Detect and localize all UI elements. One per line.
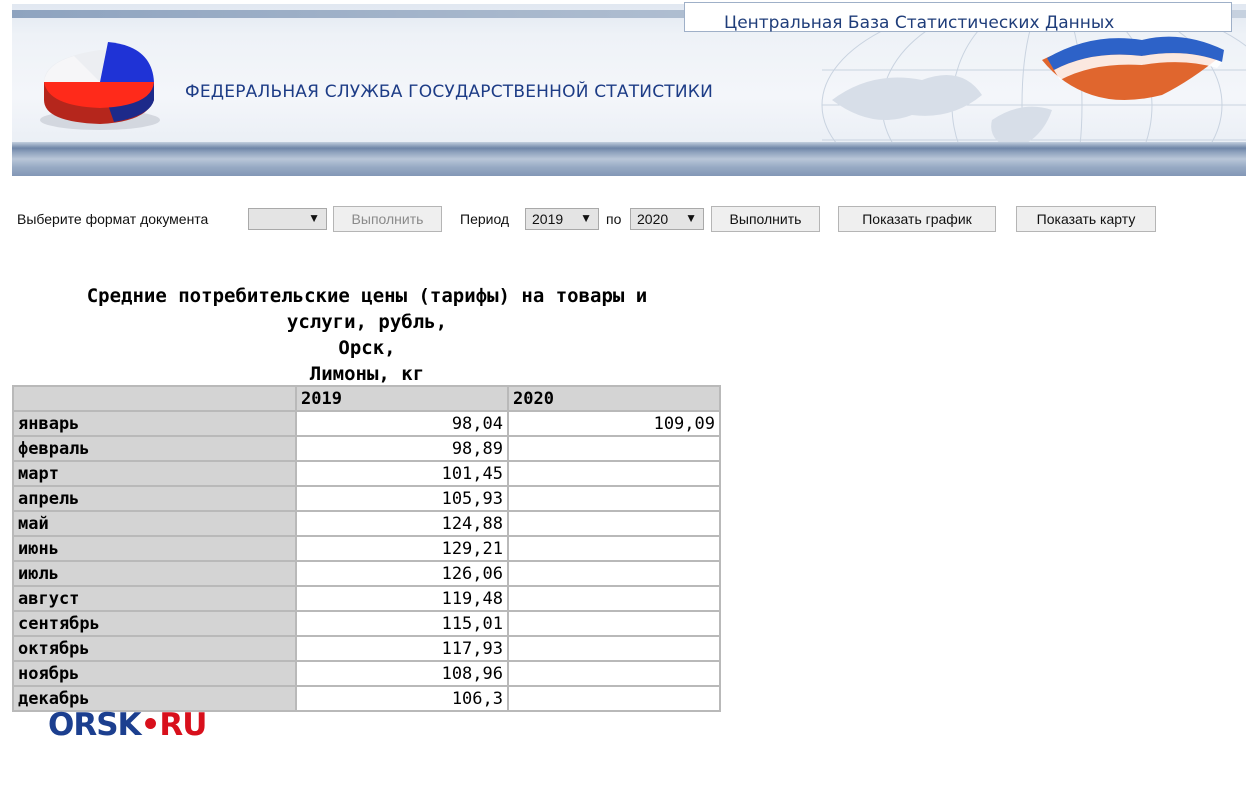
banner-bottom-bands — [12, 142, 1246, 176]
period-label: Период — [460, 211, 510, 227]
table-body: январь 98,04 109,09 февраль 98,89 март 101,4… — [12, 410, 721, 712]
toolbar: Выберите формат документа ▼ Выполнить Пе… — [17, 206, 1217, 234]
table-row: апрель 105,93 — [12, 485, 721, 512]
column-header-month — [12, 385, 297, 412]
month-cell: сентябрь — [12, 610, 297, 637]
report-title: Средние потребительские цены (тарифы) на… — [14, 283, 720, 387]
month-cell: май — [12, 510, 297, 537]
watermark-part-2: •RU — [140, 707, 208, 743]
chevron-down-icon: ▼ — [580, 211, 592, 225]
value-cell-2019: 124,88 — [295, 510, 509, 537]
column-header-2020: 2020 — [507, 385, 721, 412]
execute-format-button[interactable]: Выполнить — [333, 206, 442, 232]
value-cell-2020: 109,09 — [507, 410, 721, 437]
value-cell-2019: 117,93 — [295, 635, 509, 662]
month-cell: ноябрь — [12, 660, 297, 687]
month-cell: февраль — [12, 435, 297, 462]
month-cell: июнь — [12, 535, 297, 562]
format-select[interactable]: ▼ — [248, 208, 327, 230]
report-title-line: Лимоны, кг — [309, 363, 425, 385]
month-cell: январь — [12, 410, 297, 437]
organization-title: ФЕДЕРАЛЬНАЯ СЛУЖБА ГОСУДАРСТВЕННОЙ СТАТИ… — [185, 82, 713, 102]
header-banner: Центральная База Статистических Данных Ф… — [12, 0, 1246, 176]
value-cell-2020 — [507, 510, 721, 537]
period-from-select[interactable]: 2019 ▼ — [525, 208, 599, 230]
value-cell-2019: 98,04 — [295, 410, 509, 437]
column-header-2019: 2019 — [295, 385, 509, 412]
watermark-part-1: ORSK — [48, 707, 142, 743]
table-row: январь 98,04 109,09 — [12, 410, 721, 437]
period-to-label: по — [606, 211, 622, 227]
report-title-line: Средние потребительские цены (тарифы) на… — [86, 285, 648, 307]
value-cell-2020 — [507, 635, 721, 662]
table-row: ноябрь 108,96 — [12, 660, 721, 687]
value-cell-2019: 101,45 — [295, 460, 509, 487]
execute-button[interactable]: Выполнить — [711, 206, 820, 232]
value-cell-2020 — [507, 610, 721, 637]
price-table: 2019 2020 январь 98,04 109,09 февраль 98,89… — [12, 385, 721, 712]
table-row: октябрь 117,93 — [12, 635, 721, 662]
value-cell-2019: 119,48 — [295, 585, 509, 612]
show-chart-button[interactable]: Показать график — [838, 206, 996, 232]
value-cell-2020 — [507, 560, 721, 587]
table-row: май 124,88 — [12, 510, 721, 537]
table-header-row: 2019 2020 — [12, 385, 721, 412]
value-cell-2019: 126,06 — [295, 560, 509, 587]
chevron-down-icon: ▼ — [685, 211, 697, 225]
value-cell-2020 — [507, 460, 721, 487]
table-row: февраль 98,89 — [12, 435, 721, 462]
month-cell: август — [12, 585, 297, 612]
value-cell-2020 — [507, 435, 721, 462]
value-cell-2019: 129,21 — [295, 535, 509, 562]
value-cell-2020 — [507, 535, 721, 562]
period-to-value: 2020 — [637, 211, 669, 227]
value-cell-2019: 106,3 — [295, 685, 509, 712]
month-cell: июль — [12, 560, 297, 587]
value-cell-2020 — [507, 685, 721, 712]
report-title-line: Орск, — [338, 337, 396, 359]
database-title: Центральная База Статистических Данных — [724, 13, 1115, 33]
month-cell: октябрь — [12, 635, 297, 662]
table-row: март 101,45 — [12, 460, 721, 487]
value-cell-2019: 108,96 — [295, 660, 509, 687]
value-cell-2019: 115,01 — [295, 610, 509, 637]
table-row: июль 126,06 — [12, 560, 721, 587]
table-row: июнь 129,21 — [12, 535, 721, 562]
orsk-ru-watermark-logo: ORSK•RU — [48, 707, 208, 743]
table-row: август 119,48 — [12, 585, 721, 612]
month-cell: апрель — [12, 485, 297, 512]
period-to-select[interactable]: 2020 ▼ — [630, 208, 704, 230]
month-cell: март — [12, 460, 297, 487]
value-cell-2020 — [507, 660, 721, 687]
table-row: сентябрь 115,01 — [12, 610, 721, 637]
chevron-down-icon: ▼ — [308, 211, 320, 225]
value-cell-2020 — [507, 585, 721, 612]
period-from-value: 2019 — [532, 211, 564, 227]
pie-chart-logo-icon — [40, 42, 160, 130]
report-title-line: услуги, рубль, — [286, 311, 448, 333]
show-map-button[interactable]: Показать карту — [1016, 206, 1156, 232]
value-cell-2019: 98,89 — [295, 435, 509, 462]
value-cell-2019: 105,93 — [295, 485, 509, 512]
value-cell-2020 — [507, 485, 721, 512]
format-label: Выберите формат документа — [17, 211, 209, 227]
